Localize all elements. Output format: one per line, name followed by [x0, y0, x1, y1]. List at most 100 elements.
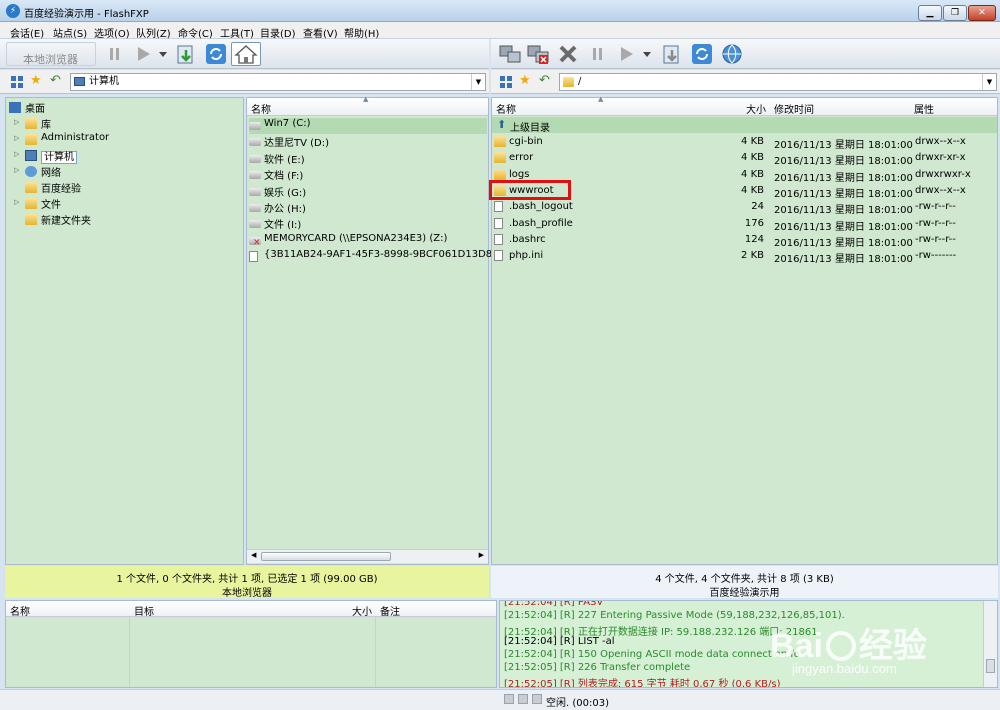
menu-help[interactable]: 帮助(H): [344, 25, 379, 40]
abort-icon[interactable]: [555, 42, 581, 66]
expand-arrow-icon[interactable]: ▷: [14, 118, 19, 126]
local-file-row[interactable]: 文件 (I:): [249, 216, 487, 232]
col-modified[interactable]: 修改时间: [774, 101, 814, 116]
tree-item-baidujingyan[interactable]: 百度经验: [14, 180, 81, 196]
file-name: 达里尼TV (D:): [264, 138, 329, 150]
file-name: logs: [509, 168, 530, 180]
remote-favorites-star-icon[interactable]: ★: [519, 74, 531, 88]
transfer-icon[interactable]: [173, 42, 199, 66]
play-dropdown-icon[interactable]: [156, 42, 170, 66]
remote-refresh-icon[interactable]: [689, 42, 715, 66]
scrollbar-thumb[interactable]: [986, 659, 995, 673]
tree-item-administrator[interactable]: ▷ Administrator: [14, 132, 109, 148]
local-file-row[interactable]: 软件 (E:): [249, 151, 487, 167]
tree-item-files[interactable]: ▷ 文件: [14, 196, 61, 212]
disconnect-icon[interactable]: [525, 42, 551, 66]
file-size: 176: [744, 217, 764, 229]
remote-go-up-icon[interactable]: ↶: [539, 74, 550, 88]
remote-file-row[interactable]: .bash_profile 176 2016/11/13 星期日 18:01:00-…: [494, 216, 994, 233]
remote-path-dropdown[interactable]: ▼: [982, 74, 996, 90]
expand-arrow-icon[interactable]: ▷: [14, 166, 19, 174]
remote-file-row[interactable]: .bashrc 124 2016/11/13 星期日 18:01:00 -rw-r--…: [494, 232, 994, 249]
scroll-right-icon[interactable]: ▶: [479, 551, 484, 559]
col-name[interactable]: 名称: [251, 101, 271, 116]
remote-file-row[interactable]: .bash_logout 24 2016/11/13 星期日 18:01:00 -rw…: [494, 199, 994, 216]
globe-icon[interactable]: [719, 42, 745, 66]
file-name: MEMORYCARD (\\EPSONA234E3) (Z:): [264, 232, 448, 244]
maximize-button[interactable]: ❐: [943, 5, 967, 21]
home-icon[interactable]: [231, 42, 261, 66]
pause-icon[interactable]: [102, 42, 128, 66]
log-line: [21:52:04] [R] PASV: [504, 600, 604, 608]
remote-file-row[interactable]: php.ini 2 KB 2016/11/13 星期日 18:01:00 -rw---…: [494, 248, 994, 265]
tree-item-desktop[interactable]: 桌面: [9, 100, 45, 116]
menu-commands[interactable]: 命令(C): [178, 25, 213, 40]
file-attributes: -rw-------: [915, 250, 957, 262]
log-scrollbar[interactable]: [983, 601, 997, 687]
col-name[interactable]: 名称: [496, 101, 516, 116]
file-name: Win7 (C:): [264, 118, 311, 129]
close-button[interactable]: ✕: [968, 5, 996, 21]
local-file-row[interactable]: 办公 (H:): [249, 200, 487, 216]
up-directory-row[interactable]: ⬆ 上级目录: [492, 117, 997, 134]
menu-tools[interactable]: 工具(T): [220, 25, 254, 40]
queue-col-note[interactable]: 备注: [380, 603, 400, 618]
app-icon: ⚡: [6, 4, 20, 18]
remote-pause-icon[interactable]: [585, 42, 611, 66]
tree-item-new-folder[interactable]: 新建文件夹: [14, 212, 91, 228]
remote-play-icon[interactable]: [613, 42, 639, 66]
menu-session[interactable]: 会话(E): [10, 25, 44, 40]
refresh-icon[interactable]: [203, 42, 229, 66]
remote-status-bar: 4 个文件, 4 个文件夹, 共计 8 项 (3 KB) 百度经验演示用: [491, 566, 998, 599]
tree-item-computer[interactable]: ▷ 计算机: [14, 148, 77, 164]
local-browser-button[interactable]: 本地浏览器: [6, 42, 96, 66]
local-horizontal-scrollbar[interactable]: ◀ ▶: [247, 549, 488, 563]
remote-view-list-icon[interactable]: [499, 75, 513, 89]
watermark-url: jingyan.baidu.com: [792, 661, 897, 676]
queue-col-size[interactable]: 大小: [352, 603, 372, 618]
remote-file-row[interactable]: cgi-bin 4 KB 2016/11/13 星期日 18:01:00 drwx--…: [494, 134, 994, 151]
local-status-bar: 1 个文件, 0 个文件夹, 共计 1 项, 已选定 1 项 (99.00 GB…: [5, 566, 489, 599]
play-icon[interactable]: [130, 42, 156, 66]
minimize-button[interactable]: ▁: [918, 5, 942, 21]
menu-queue[interactable]: 队列(Z): [136, 25, 171, 40]
local-file-row[interactable]: ✕ MEMORYCARD (\\EPSONA234E3) (Z:): [249, 233, 487, 249]
drive-icon: [249, 138, 261, 147]
menu-directory[interactable]: 目录(D): [260, 25, 296, 40]
queue-col-target[interactable]: 目标: [134, 603, 154, 618]
tree-item-library[interactable]: ▷ 库: [14, 116, 51, 132]
local-file-row[interactable]: {3B11AB24-9AF1-45F3-8998-9BCF061D13D8}: [249, 249, 499, 265]
local-path-dropdown[interactable]: ▼: [471, 74, 485, 90]
menu-options[interactable]: 选项(O): [94, 25, 130, 40]
remote-path-input[interactable]: / ▼: [559, 73, 997, 91]
drive-icon: [249, 171, 261, 180]
expand-arrow-icon[interactable]: ▷: [14, 198, 19, 206]
local-file-row[interactable]: 文档 (F:): [249, 167, 487, 183]
file-name: 娱乐 (G:): [264, 187, 307, 199]
local-file-row[interactable]: 达里尼TV (D:): [249, 134, 487, 150]
view-list-icon[interactable]: [10, 75, 24, 89]
menu-view[interactable]: 查看(V): [303, 25, 338, 40]
scroll-left-icon[interactable]: ◀: [251, 551, 256, 559]
remote-file-row[interactable]: error 4 KB 2016/11/13 星期日 18:01:00 drwxr-xr…: [494, 150, 994, 167]
expand-arrow-icon[interactable]: ▷: [14, 150, 19, 158]
remote-transfer-icon[interactable]: [659, 42, 685, 66]
remote-play-dropdown-icon[interactable]: [640, 42, 654, 66]
drive-icon: [249, 187, 261, 196]
menu-sites[interactable]: 站点(S): [53, 25, 87, 40]
col-size[interactable]: 大小: [746, 101, 766, 116]
local-file-row[interactable]: 娱乐 (G:): [249, 184, 487, 200]
file-size: 124: [744, 233, 764, 245]
scrollbar-thumb[interactable]: [261, 552, 391, 561]
queue-col-name[interactable]: 名称: [10, 603, 30, 618]
connect-icon[interactable]: [497, 42, 523, 66]
favorites-star-icon[interactable]: ★: [30, 74, 42, 88]
local-file-row[interactable]: Win7 (C:): [249, 118, 487, 134]
go-up-icon[interactable]: ↶: [50, 74, 61, 88]
expand-arrow-icon[interactable]: ▷: [14, 134, 19, 142]
file-size: 4 KB: [741, 184, 764, 196]
title-bar: ⚡ 百度经验演示用 - FlashFXP ▁ ❐ ✕: [0, 0, 1000, 22]
col-attr[interactable]: 属性: [914, 101, 934, 116]
tree-item-network[interactable]: ▷ 网络: [14, 164, 61, 180]
local-path-input[interactable]: 计算机 ▼: [70, 73, 486, 91]
